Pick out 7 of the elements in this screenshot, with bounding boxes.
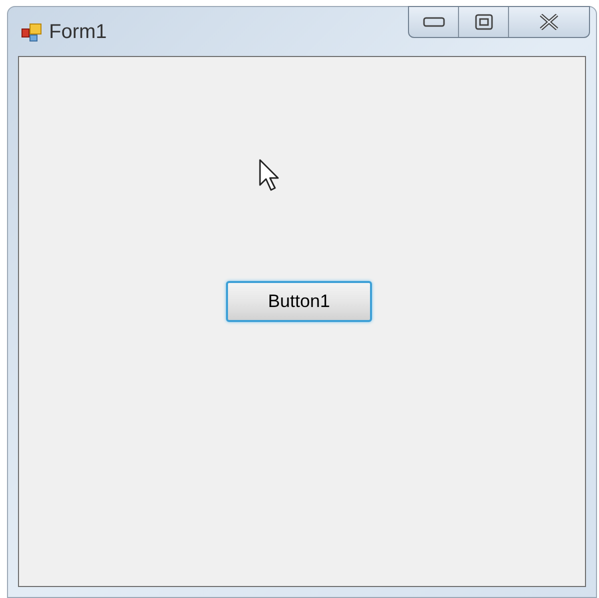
pointer-icon xyxy=(259,159,281,193)
button[interactable]: Button1 xyxy=(226,281,372,322)
close-icon xyxy=(539,14,559,30)
minimize-icon xyxy=(422,17,444,27)
restore-icon xyxy=(474,14,492,30)
window-title: Form1 xyxy=(49,20,107,44)
form-icon xyxy=(21,22,43,42)
